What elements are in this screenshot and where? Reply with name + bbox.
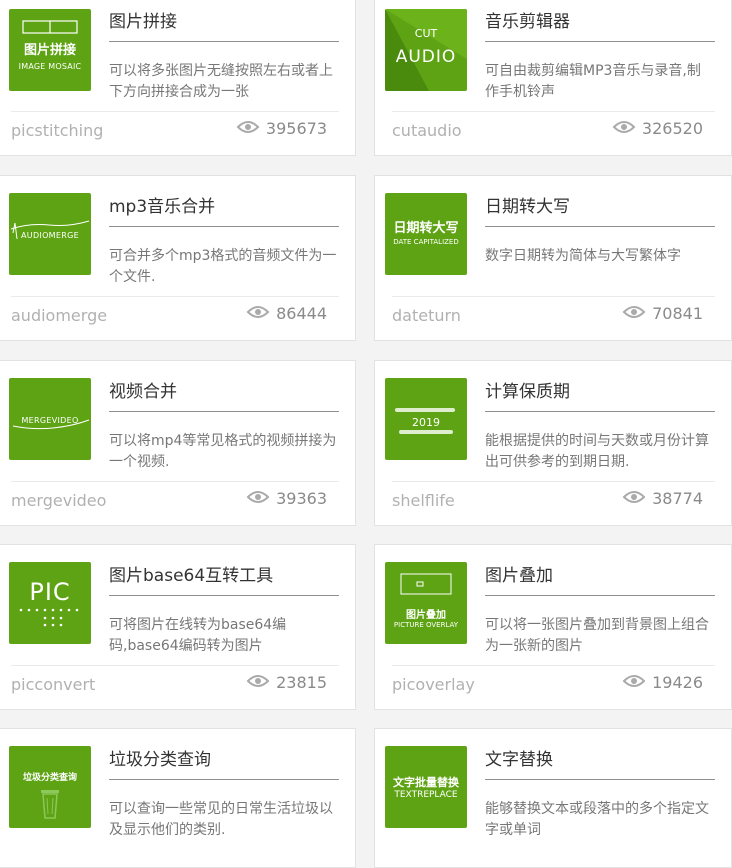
view-count: 70841 bbox=[622, 304, 703, 323]
thumbnail-textreplace[interactable]: 文字批量替换 TEXTREPLACE bbox=[385, 746, 467, 828]
card-title[interactable]: 图片叠加 bbox=[485, 565, 715, 596]
thumb-line1: CUT bbox=[414, 27, 438, 40]
view-count-value: 23815 bbox=[276, 673, 327, 692]
view-count-value: 70841 bbox=[652, 304, 703, 323]
card-description: 可自由裁剪编辑MP3音乐与录音,制作手机铃声 bbox=[485, 63, 701, 100]
tool-card-dateturn[interactable]: 日期转大写 DATE CAPITALIZED 日期转大写 数字日期转为简体与大写… bbox=[374, 175, 732, 341]
card-description: 可合并多个mp3格式的音频文件为一个文件. bbox=[109, 248, 337, 285]
thumb-line1: 图片拼接 bbox=[23, 43, 76, 58]
view-count: 39363 bbox=[246, 489, 327, 508]
view-count-value: 19426 bbox=[652, 673, 703, 692]
card-title[interactable]: mp3音乐合并 bbox=[109, 196, 339, 227]
view-count: 86444 bbox=[246, 304, 327, 323]
view-count: 395673 bbox=[236, 119, 327, 138]
tool-grid: 图片拼接 IMAGE MOSAIC 图片拼接 可以将多张图片无缝按照左右或者上下… bbox=[0, 0, 732, 868]
eye-icon bbox=[622, 673, 646, 692]
thumbnail-mergevideo[interactable]: MERGEVIDEO bbox=[9, 378, 91, 460]
thumb-line1: AUDIOMERGE bbox=[21, 231, 79, 240]
card-slug: dateturn bbox=[392, 306, 461, 325]
card-title[interactable]: 图片base64互转工具 bbox=[109, 565, 339, 596]
card-description: 可以将一张图片叠加到背景图上组合为一张新的图片 bbox=[485, 617, 709, 654]
thumb-line1: 图片叠加 bbox=[406, 610, 446, 621]
card-description: 可以将多张图片无缝按照左右或者上下方向拼接合成为一张 bbox=[109, 63, 333, 100]
eye-icon bbox=[246, 673, 270, 692]
card-description: 能根据提供的时间与天数或月份计算出可供参考的到期日期. bbox=[485, 433, 709, 470]
view-count: 326520 bbox=[612, 119, 703, 138]
card-title[interactable]: 图片拼接 bbox=[109, 11, 339, 42]
dots-icon bbox=[19, 608, 79, 627]
view-count-value: 326520 bbox=[641, 119, 703, 138]
card-divider bbox=[11, 296, 339, 297]
thumbnail-pic[interactable]: PIC bbox=[9, 562, 91, 644]
thumbnail-cut-audio[interactable]: CUT AUDIO bbox=[385, 9, 467, 91]
tool-card-garbage[interactable]: 垃圾分类查询 垃圾分类查询 可以查询一些常见的日常生活垃圾以及显示他们的类别. bbox=[0, 728, 356, 868]
card-title[interactable]: 计算保质期 bbox=[485, 381, 715, 412]
tool-card-picconvert[interactable]: PIC 图片base64互转工具 可将图片在线转为base64编码,base64… bbox=[0, 544, 356, 710]
thumb-line1: 文字批量替换 bbox=[393, 776, 459, 789]
card-slug: shelflife bbox=[392, 491, 455, 510]
eye-icon bbox=[622, 304, 646, 323]
card-description: 能够替换文本或段落中的多个指定文字或单词 bbox=[485, 801, 709, 838]
card-title[interactable]: 音乐剪辑器 bbox=[485, 11, 715, 42]
eye-icon bbox=[622, 489, 646, 508]
card-description: 数字日期转为简体与大写繁体字 bbox=[485, 248, 681, 264]
eye-icon bbox=[246, 489, 270, 508]
thumb-line1: MERGEVIDEO bbox=[21, 416, 79, 425]
thumbnail-date-capitalized[interactable]: 日期转大写 DATE CAPITALIZED bbox=[385, 193, 467, 275]
card-slug: picconvert bbox=[11, 675, 96, 694]
thumb-line2: AUDIO bbox=[395, 47, 457, 67]
thumb-line1: 2019 bbox=[412, 416, 440, 429]
card-divider bbox=[392, 481, 715, 482]
trash-can-icon bbox=[41, 790, 59, 819]
card-divider bbox=[392, 111, 715, 112]
thumb-line2: PICTURE OVERLAY bbox=[393, 621, 459, 629]
thumb-line1: 日期转大写 bbox=[393, 221, 459, 236]
thumbnail-picture-overlay[interactable]: 图片叠加 PICTURE OVERLAY bbox=[385, 562, 467, 644]
card-title[interactable]: 视频合并 bbox=[109, 381, 339, 412]
tool-card-cutaudio[interactable]: CUT AUDIO 音乐剪辑器 可自由裁剪编辑MP3音乐与录音,制作手机铃声 c… bbox=[374, 0, 732, 156]
card-description: 可以查询一些常见的日常生活垃圾以及显示他们的类别. bbox=[109, 801, 333, 838]
tool-card-audiomerge[interactable]: AUDIOMERGE mp3音乐合并 可合并多个mp3格式的音频文件为一个文件.… bbox=[0, 175, 356, 341]
card-slug: audiomerge bbox=[11, 306, 108, 325]
thumbnail-shelflife[interactable]: 2019 bbox=[385, 378, 467, 460]
card-slug: mergevideo bbox=[11, 491, 107, 510]
card-description: 可以将mp4等常见格式的视频拼接为一个视频. bbox=[109, 433, 337, 470]
view-count: 19426 bbox=[622, 673, 703, 692]
thumb-line2: DATE CAPITALIZED bbox=[393, 238, 459, 246]
tool-card-shelflife[interactable]: 2019 计算保质期 能根据提供的时间与天数或月份计算出可供参考的到期日期. s… bbox=[374, 360, 732, 526]
card-divider bbox=[11, 665, 339, 666]
thumb-line2: IMAGE MOSAIC bbox=[18, 62, 82, 71]
eye-icon bbox=[612, 119, 636, 138]
thumb-line2: TEXTREPLACE bbox=[394, 790, 458, 800]
thumbnail-garbage[interactable]: 垃圾分类查询 bbox=[9, 746, 91, 828]
view-count: 38774 bbox=[622, 489, 703, 508]
overlay-frame-icon bbox=[400, 573, 452, 595]
card-divider bbox=[11, 481, 339, 482]
view-count-value: 86444 bbox=[276, 304, 327, 323]
tool-card-textreplace[interactable]: 文字批量替换 TEXTREPLACE 文字替换 能够替换文本或段落中的多个指定文… bbox=[374, 728, 732, 868]
card-title[interactable]: 日期转大写 bbox=[485, 196, 715, 227]
card-slug: cutaudio bbox=[392, 121, 462, 140]
tool-card-mergevideo[interactable]: MERGEVIDEO 视频合并 可以将mp4等常见格式的视频拼接为一个视频. m… bbox=[0, 360, 356, 526]
card-slug: picoverlay bbox=[392, 675, 475, 694]
view-count-value: 395673 bbox=[265, 119, 327, 138]
thumbnail-image-mosaic[interactable]: 图片拼接 IMAGE MOSAIC bbox=[9, 9, 91, 91]
view-count-value: 39363 bbox=[276, 489, 327, 508]
tool-card-picoverlay[interactable]: 图片叠加 PICTURE OVERLAY 图片叠加 可以将一张图片叠加到背景图上… bbox=[374, 544, 732, 710]
card-divider bbox=[392, 296, 715, 297]
view-count-value: 38774 bbox=[652, 489, 703, 508]
eye-icon bbox=[246, 304, 270, 323]
card-title[interactable]: 文字替换 bbox=[485, 749, 715, 780]
tool-card-picstitching[interactable]: 图片拼接 IMAGE MOSAIC 图片拼接 可以将多张图片无缝按照左右或者上下… bbox=[0, 0, 356, 156]
view-count: 23815 bbox=[246, 673, 327, 692]
card-title[interactable]: 垃圾分类查询 bbox=[109, 749, 339, 780]
eye-icon bbox=[236, 119, 260, 138]
card-divider bbox=[392, 665, 715, 666]
card-description: 可将图片在线转为base64编码,base64编码转为图片 bbox=[109, 617, 287, 654]
card-slug: picstitching bbox=[11, 121, 104, 140]
thumbnail-audiomerge[interactable]: AUDIOMERGE bbox=[9, 193, 91, 275]
card-divider bbox=[11, 111, 339, 112]
